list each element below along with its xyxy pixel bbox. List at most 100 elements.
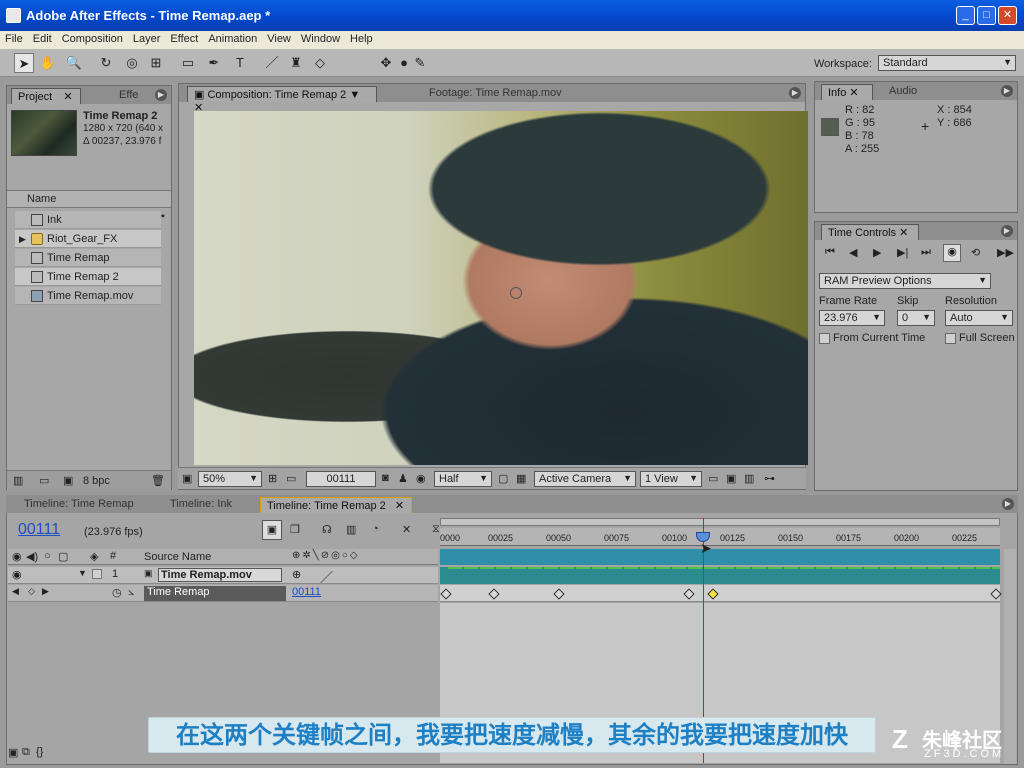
menu-animation[interactable]: Animation: [203, 31, 262, 45]
tab-time-controls[interactable]: Time Controls ✕: [821, 224, 919, 240]
full-screen-checkbox[interactable]: [945, 333, 956, 344]
frame-rate-dropdown[interactable]: 23.976 ▼: [819, 310, 885, 326]
tab-timeline-ink[interactable]: Timeline: Ink: [164, 497, 238, 513]
project-item-time-remap-2[interactable]: Time Remap 2: [15, 268, 161, 286]
panel-menu-icon[interactable]: ▶: [1002, 498, 1014, 510]
minimize-button[interactable]: _: [956, 6, 975, 25]
composition-viewer-image[interactable]: [194, 111, 808, 465]
magnification-dropdown[interactable]: 50% ▼: [198, 471, 262, 487]
add-keyframe-icon[interactable]: ◇: [28, 586, 35, 597]
anchor-point-icon[interactable]: [510, 287, 522, 299]
from-current-time-checkbox[interactable]: [819, 333, 830, 344]
chevron-down-icon[interactable]: ▼: [349, 89, 360, 101]
hide-shy-layers-icon[interactable]: ☊: [322, 523, 332, 536]
project-item-time-remap-mov[interactable]: Time Remap.mov: [15, 287, 161, 305]
eraser-tool-icon[interactable]: ◇: [310, 53, 330, 73]
flowchart-icon[interactable]: ⊶: [764, 472, 775, 485]
text-tool-icon[interactable]: T: [230, 53, 250, 73]
menu-view[interactable]: View: [262, 31, 296, 45]
loop-icon[interactable]: ⟲: [971, 246, 980, 259]
fast-previews-icon[interactable]: ▣: [726, 472, 736, 485]
name-column-header[interactable]: Name: [7, 190, 171, 208]
puppet-tool-icon[interactable]: ✥: [376, 53, 396, 73]
maximize-button[interactable]: □: [977, 6, 996, 25]
hand-tool-icon[interactable]: ✋: [38, 53, 58, 73]
menu-window[interactable]: Window: [296, 31, 345, 45]
menu-help[interactable]: Help: [345, 31, 378, 45]
ram-preview-icon[interactable]: ▶▶: [997, 246, 1014, 259]
resolution-dropdown[interactable]: Half ▼: [434, 471, 492, 487]
camera-dropdown[interactable]: Active Camera ▼: [534, 471, 636, 487]
panel-menu-icon[interactable]: ▶: [789, 87, 801, 99]
camera-orbit-tool-icon[interactable]: ◎: [122, 53, 142, 73]
zoom-tool-icon[interactable]: 🔍: [64, 53, 84, 73]
pan-behind-tool-icon[interactable]: ⊞: [146, 53, 166, 73]
close-icon[interactable]: ✕: [899, 227, 908, 239]
eye-icon[interactable]: ◉: [12, 568, 22, 581]
last-frame-icon[interactable]: ⏭: [921, 246, 931, 259]
layer-row[interactable]: ◉ ▼ 1 ▣ Time Remap.mov ⊕ ／: [8, 567, 438, 586]
toggle-in-out-icon[interactable]: {}: [36, 746, 43, 758]
quality-switch-icon[interactable]: ／: [320, 567, 333, 586]
motion-blur-icon[interactable]: ◔: [372, 523, 379, 535]
menu-effect[interactable]: Effect: [165, 31, 203, 45]
panel-menu-icon[interactable]: ▶: [1001, 85, 1013, 97]
eye-icon[interactable]: ◉: [12, 550, 22, 563]
layer-name[interactable]: Time Remap.mov: [158, 568, 282, 582]
selection-tool-icon[interactable]: ➤: [14, 53, 34, 73]
graph-icon[interactable]: ⦣: [128, 586, 134, 599]
channel-icon[interactable]: ◉: [416, 472, 426, 485]
current-time-display[interactable]: 00111: [18, 521, 60, 539]
time-remap-property-row[interactable]: ◀ ◇ ▶ ◷ ⦣ Time Remap 00111: [8, 585, 438, 602]
next-keyframe-icon[interactable]: ▶: [42, 586, 49, 597]
menu-edit[interactable]: Edit: [28, 31, 57, 45]
new-folder-icon[interactable]: ▭: [39, 474, 49, 487]
property-value[interactable]: 00111: [292, 586, 321, 598]
brainstorm-icon[interactable]: ✕: [402, 523, 411, 536]
menu-layer[interactable]: Layer: [128, 31, 166, 45]
close-icon[interactable]: ✕: [849, 87, 858, 99]
project-item-riot-gear-fx[interactable]: ▶ Riot_Gear_FX: [15, 230, 161, 248]
lock-icon[interactable]: ▣: [194, 89, 204, 101]
resolution-dropdown[interactable]: Auto ▼: [945, 310, 1013, 326]
audio-icon[interactable]: ◀): [26, 550, 38, 563]
work-area-bar[interactable]: [440, 518, 1000, 526]
toggle-modes-icon[interactable]: ⧉: [22, 746, 30, 759]
menu-file[interactable]: File: [0, 31, 28, 45]
pen-tool-icon[interactable]: ✒: [204, 53, 224, 73]
show-snapshot-icon[interactable]: ♟: [398, 472, 408, 485]
stopwatch-icon[interactable]: ◷: [112, 586, 122, 599]
audio-icon[interactable]: ◉: [943, 244, 961, 262]
project-item-ink[interactable]: Ink: [15, 211, 161, 229]
brush-tool-icon[interactable]: ／: [262, 53, 282, 73]
draft-3d-icon[interactable]: ❐: [290, 523, 300, 536]
tab-info[interactable]: Info ✕: [821, 84, 873, 100]
menu-composition[interactable]: Composition: [57, 31, 128, 45]
layer-duration-bar[interactable]: [440, 567, 1000, 584]
current-time-field[interactable]: 00111: [306, 471, 376, 487]
trash-icon[interactable]: 🗑: [151, 474, 165, 487]
expand-arrow-icon[interactable]: ▶: [19, 230, 26, 248]
close-button[interactable]: ✕: [998, 6, 1017, 25]
previous-frame-icon[interactable]: ◀: [849, 246, 857, 259]
toggle-pixel-aspect-icon[interactable]: ▭: [708, 472, 718, 485]
tab-effects[interactable]: Effe: [113, 88, 144, 104]
panel-menu-icon[interactable]: ▶: [155, 89, 167, 101]
ram-preview-options-dropdown[interactable]: RAM Preview Options ▼: [819, 273, 991, 289]
timeline-icon[interactable]: ▥: [744, 472, 754, 485]
new-composition-icon[interactable]: ▣: [63, 474, 73, 487]
tab-audio[interactable]: Audio: [883, 84, 923, 100]
keyframe-track[interactable]: [440, 585, 1000, 602]
frame-blending-icon[interactable]: ▥: [346, 523, 356, 536]
tab-timeline-time-remap[interactable]: Timeline: Time Remap: [18, 497, 140, 513]
solo-icon[interactable]: ○: [44, 550, 51, 562]
bpc-button[interactable]: 8 bpc: [83, 475, 110, 487]
view-layout-dropdown[interactable]: 1 View ▼: [640, 471, 702, 487]
close-icon[interactable]: ✕: [63, 91, 72, 103]
puppet-starch-icon[interactable]: ✎: [410, 53, 430, 73]
live-update-icon[interactable]: ▣: [262, 520, 282, 540]
toggle-switches-icon[interactable]: ▣: [8, 746, 18, 759]
tab-project[interactable]: Project ✕: [11, 88, 81, 104]
clone-stamp-tool-icon[interactable]: ♜: [286, 53, 306, 73]
mask-visibility-icon[interactable]: ▭: [286, 472, 296, 485]
